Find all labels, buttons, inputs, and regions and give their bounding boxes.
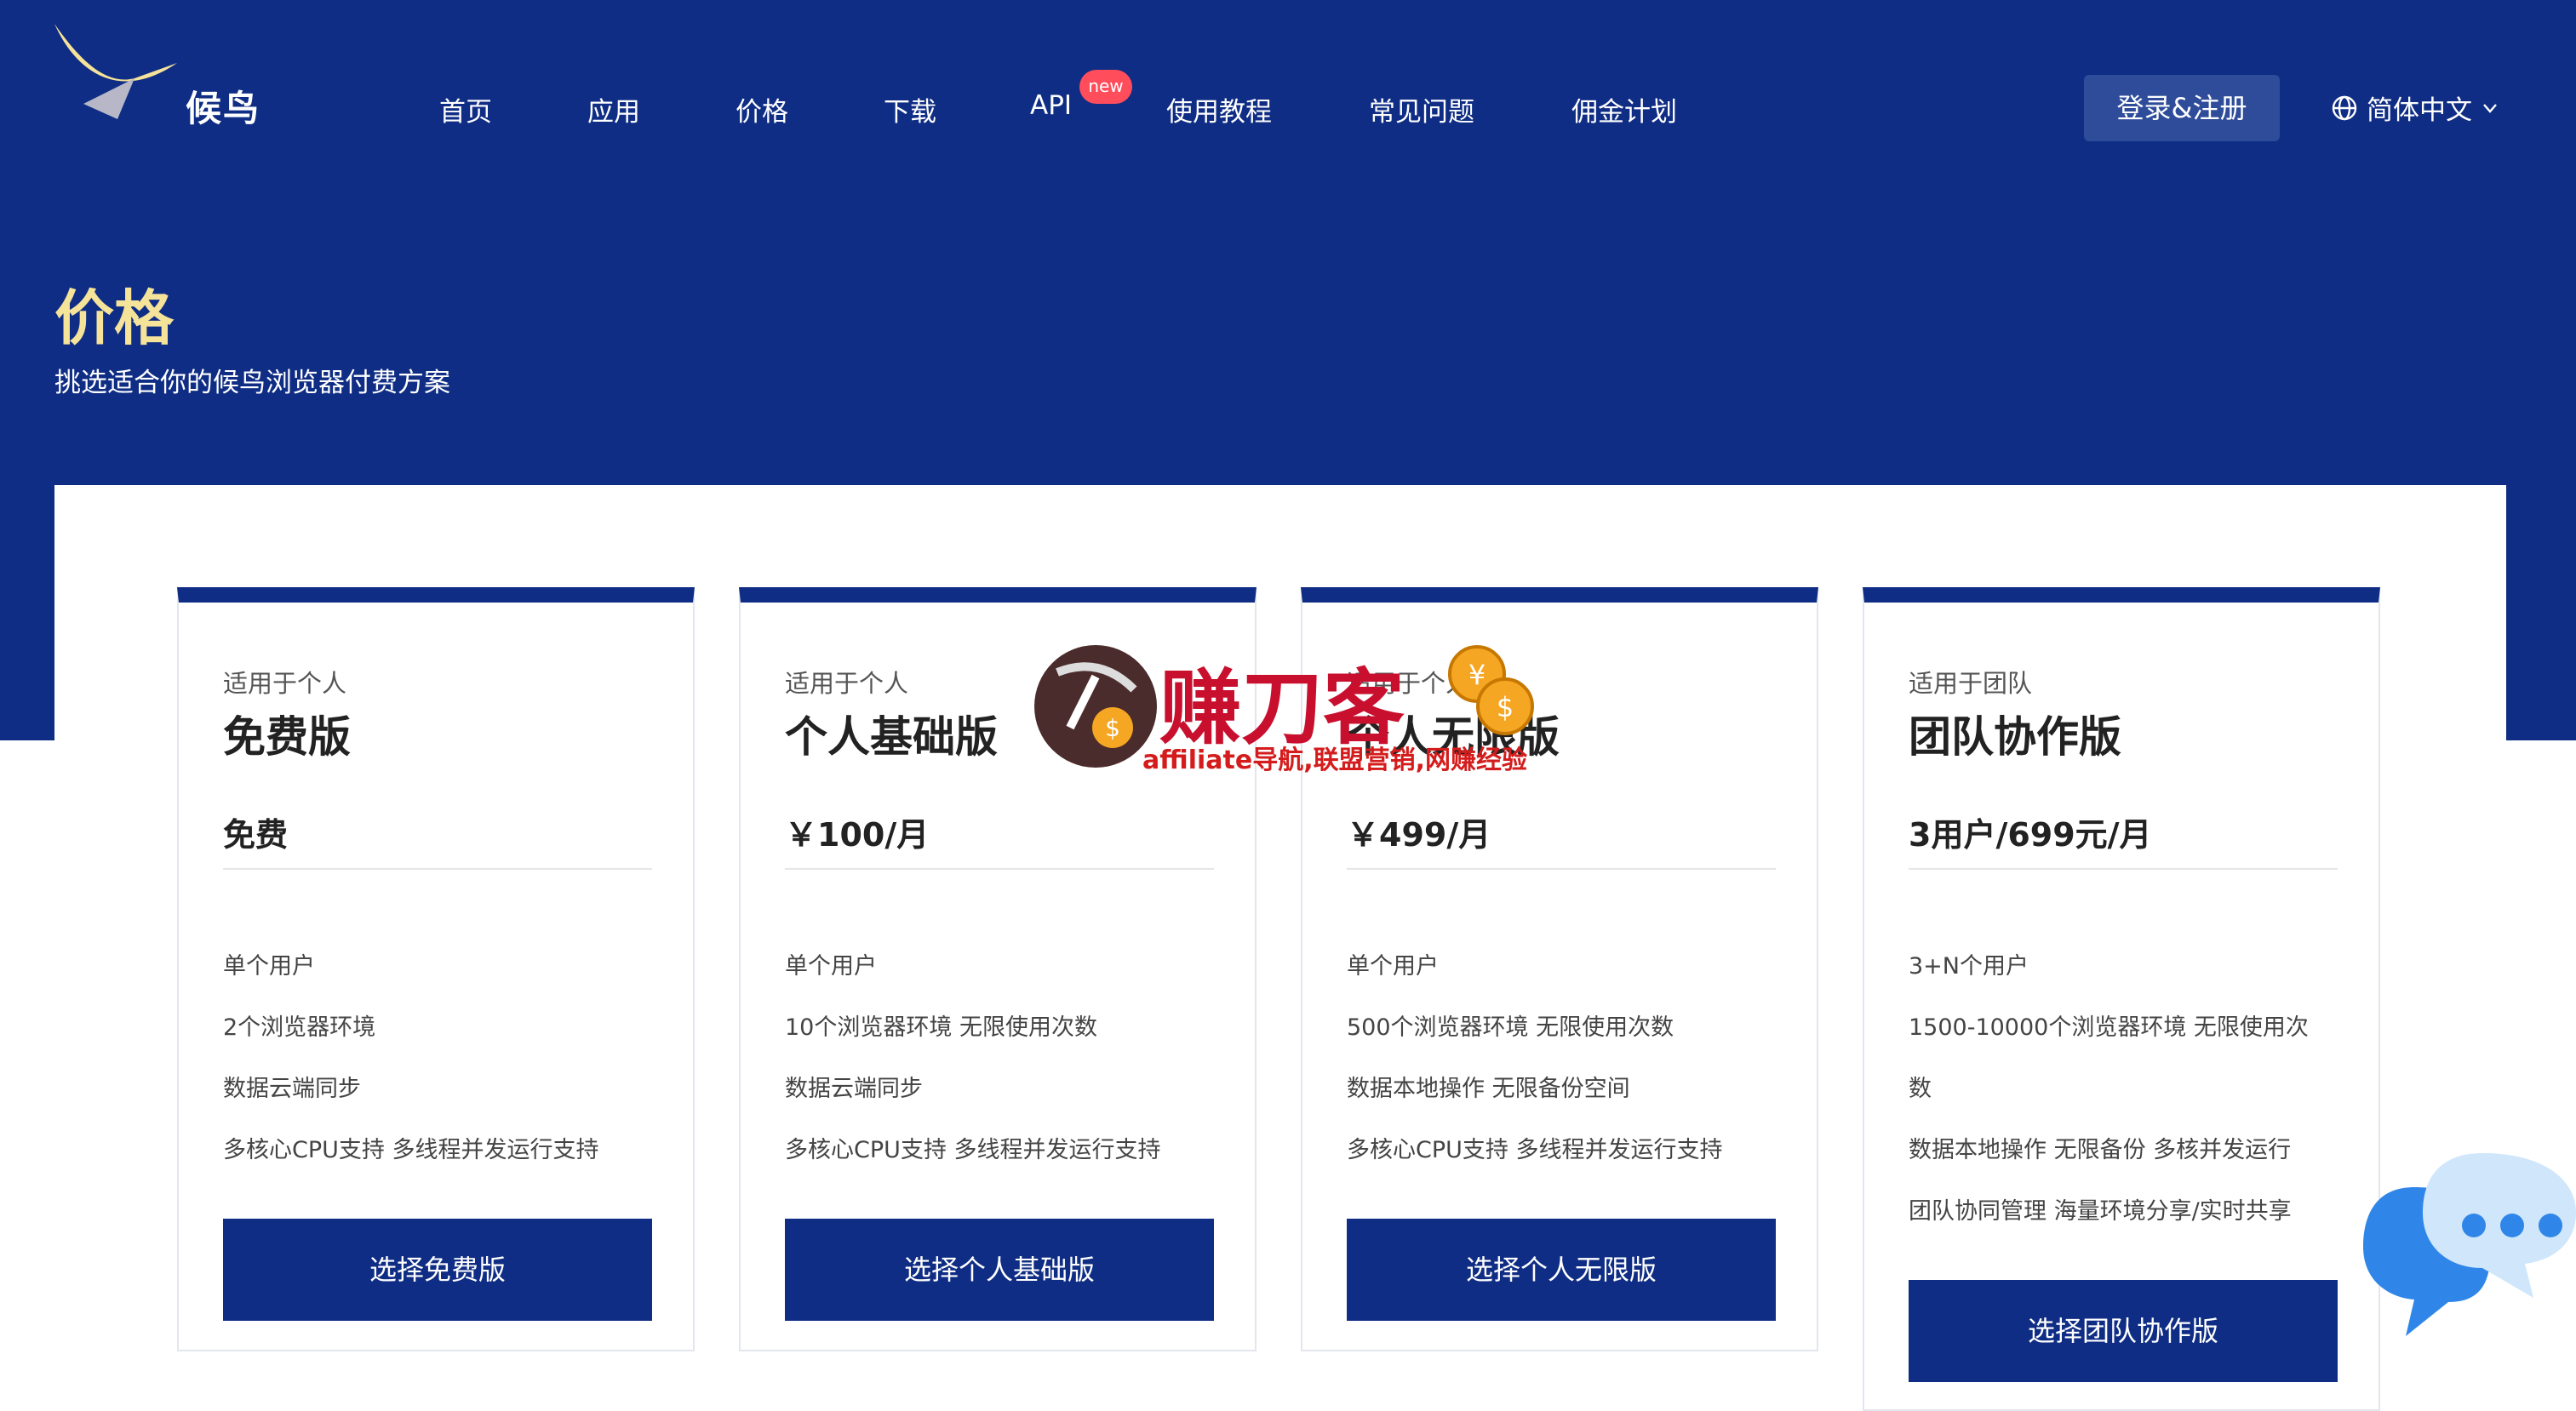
brand-name: 候鸟	[186, 88, 261, 129]
select-basic-button[interactable]: 选择个人基础版	[785, 1219, 1214, 1321]
divider	[223, 868, 652, 870]
plan-price: ￥100/月	[785, 816, 930, 854]
login-register-button[interactable]: 登录&注册	[2084, 75, 2280, 141]
plan-price: 免费	[223, 816, 289, 854]
select-free-button[interactable]: 选择免费版	[223, 1219, 652, 1321]
feature-item: 500个浏览器环境 无限使用次数	[1347, 1014, 1674, 1041]
nav-tutorials[interactable]: 使用教程	[1166, 90, 1272, 129]
language-label: 简体中文	[2367, 95, 2472, 126]
globe-icon	[2332, 95, 2357, 120]
feature-item: 多核心CPU支持 多线程并发运行支持	[1347, 1137, 1723, 1163]
nav-api[interactable]: API	[1030, 90, 1072, 121]
plan-name: 团队协作版	[1909, 712, 2121, 762]
feature-item: 单个用户	[785, 953, 877, 980]
divider	[1909, 868, 2338, 870]
nav-download[interactable]: 下载	[884, 90, 936, 129]
watermark-caption: affiliate导航,联盟营销,网赚经验	[1142, 745, 1527, 775]
svg-text:¥: ¥	[1468, 659, 1485, 691]
coins-icon: ¥ $	[1448, 645, 1534, 735]
plan-price: 3用户/699元/月	[1909, 816, 2152, 854]
plan-name: 免费版	[223, 712, 351, 762]
language-selector[interactable]: 简体中文	[2331, 89, 2499, 127]
page-subtitle: 挑选适合你的候鸟浏览器付费方案	[54, 368, 450, 398]
logo[interactable]: 候鸟	[49, 19, 271, 129]
plan-audience: 适用于团队	[1909, 669, 2033, 698]
svg-text:$: $	[1105, 714, 1120, 742]
feature-item: 多核心CPU支持 多线程并发运行支持	[785, 1137, 1161, 1163]
new-badge: new	[1079, 70, 1132, 104]
nav-commission[interactable]: 佣金计划	[1571, 90, 1677, 129]
divider	[785, 868, 1214, 870]
plan-audience: 适用于个人	[785, 669, 909, 698]
chevron-down-icon	[2483, 103, 2497, 113]
feature-item: 数据本地操作 无限备份空间	[1347, 1076, 1630, 1102]
feature-item: 团队协同管理 海量环境分享/实时共享	[1909, 1198, 2292, 1225]
divider	[1347, 868, 1776, 870]
select-team-button[interactable]: 选择团队协作版	[1909, 1280, 2338, 1382]
feature-item: 多核心CPU支持 多线程并发运行支持	[223, 1137, 599, 1163]
chat-bubble-button[interactable]	[2363, 1153, 2576, 1366]
feature-item: 1500-10000个浏览器环境 无限使用次	[1909, 1014, 2309, 1041]
feature-item: 数据本地操作 无限备份 多核并发运行	[1909, 1137, 2292, 1163]
bird-logo-icon	[54, 24, 177, 119]
nav-pricing[interactable]: 价格	[736, 90, 788, 129]
chat-icon	[2363, 1153, 2576, 1336]
feature-item: 数	[1909, 1076, 1932, 1102]
feature-item: 数据云端同步	[785, 1076, 923, 1102]
plan-price: ￥499/月	[1347, 816, 1491, 854]
feature-list: 单个用户 10个浏览器环境 无限使用次数 数据云端同步 多核心CPU支持 多线程…	[785, 936, 1214, 1181]
feature-item: 2个浏览器环境	[223, 1014, 376, 1041]
feature-list: 单个用户 500个浏览器环境 无限使用次数 数据本地操作 无限备份空间 多核心C…	[1347, 936, 1776, 1181]
feature-list: 3+N个用户 1500-10000个浏览器环境 无限使用次 数 数据本地操作 无…	[1909, 936, 2338, 1242]
page-title: 价格	[54, 283, 174, 353]
nav-apps[interactable]: 应用	[587, 90, 640, 129]
feature-item: 数据云端同步	[223, 1076, 361, 1102]
svg-text:$: $	[1497, 691, 1514, 723]
feature-list: 单个用户 2个浏览器环境 数据云端同步 多核心CPU支持 多线程并发运行支持	[223, 936, 652, 1181]
nav-home[interactable]: 首页	[439, 90, 492, 129]
feature-item: 单个用户	[223, 953, 315, 980]
plan-name: 个人基础版	[785, 712, 998, 762]
nav-faq[interactable]: 常见问题	[1369, 90, 1474, 129]
feature-item: 3+N个用户	[1909, 953, 2029, 980]
feature-item: 单个用户	[1347, 953, 1439, 980]
watermark: $ 赚刀客 ¥ $ affiliate导航,联盟营销,网赚经验	[1032, 638, 1543, 775]
feature-item: 10个浏览器环境 无限使用次数	[785, 1014, 1097, 1041]
plan-audience: 适用于个人	[223, 669, 347, 698]
plan-card-team: 适用于团队 团队协作版 3用户/699元/月 3+N个用户 1500-10000…	[1863, 587, 2380, 1411]
select-unlimited-button[interactable]: 选择个人无限版	[1347, 1219, 1776, 1321]
plan-card-free: 适用于个人 免费版 免费 单个用户 2个浏览器环境 数据云端同步 多核心CPU支…	[177, 587, 695, 1351]
